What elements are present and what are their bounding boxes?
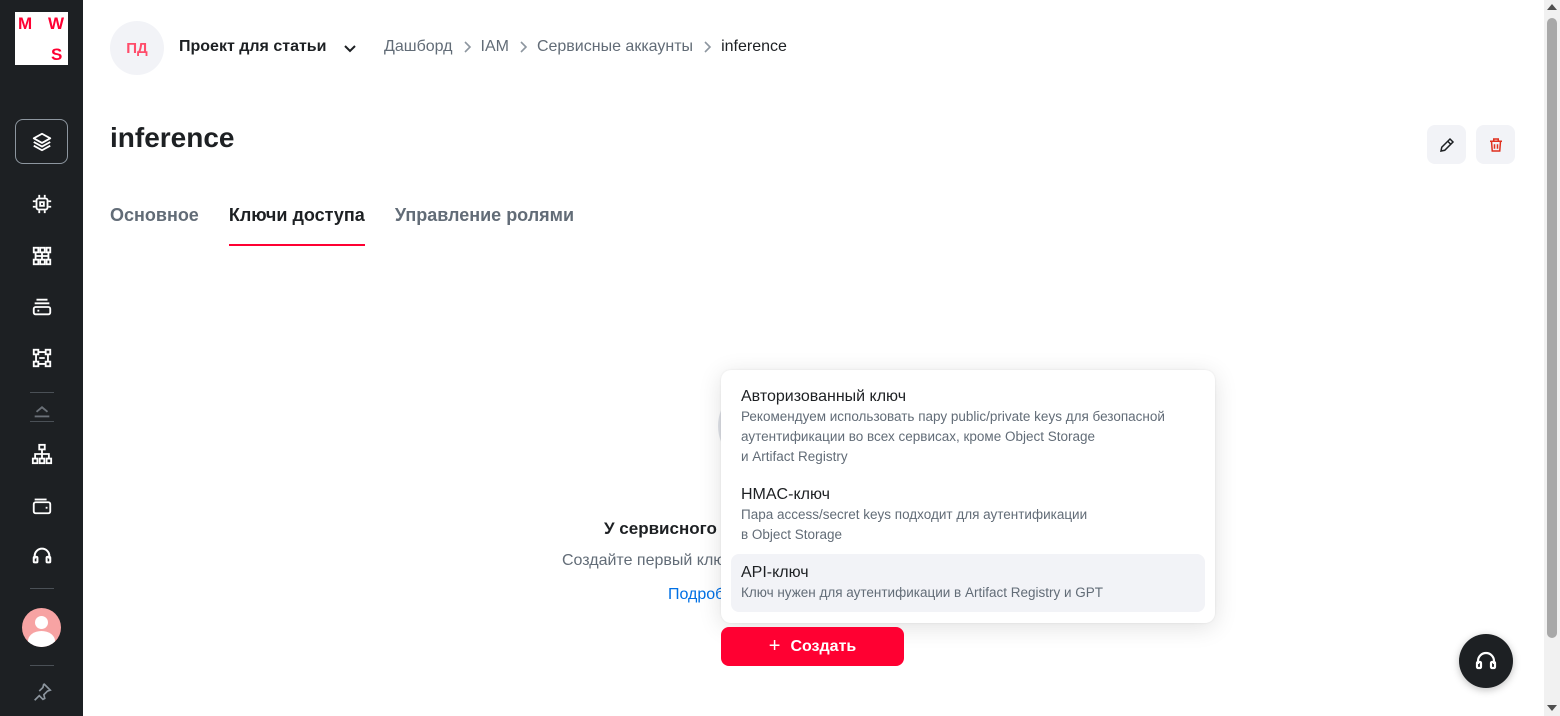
scroll-up-arrow[interactable] [1547, 4, 1557, 10]
project-avatar[interactable]: ПД [110, 21, 164, 75]
sidebar-divider [30, 588, 54, 589]
create-key-dropdown: Авторизованный ключ Рекомендуем использо… [721, 370, 1215, 623]
dropdown-item-desc-line: аутентификации во всех сервисах, кроме O… [741, 429, 1096, 444]
logo-letter-m: M [18, 14, 33, 33]
empty-state-title: У сервисного [604, 519, 717, 538]
dropdown-item-desc-line: Рекомендуем использовать пару public/pri… [741, 409, 1165, 424]
tabs: Основное Ключи доступа Управление ролями [110, 205, 604, 246]
logo-letter-s: S [51, 45, 63, 64]
sidebar-divider [30, 665, 54, 666]
create-button[interactable]: + Создать [721, 627, 904, 666]
chevron-right-icon [520, 41, 528, 53]
breadcrumb-iam[interactable]: IAM [481, 38, 509, 56]
network-nodes-icon[interactable] [27, 343, 56, 372]
support-chat-button[interactable] [1459, 634, 1513, 688]
scroll-down-arrow[interactable] [1547, 705, 1557, 711]
breadcrumb: Дашборд IAM Сервисные аккаунты inference [384, 38, 787, 56]
breadcrumb-dashboard[interactable]: Дашборд [384, 38, 453, 56]
dropdown-item-title: Авторизованный ключ [741, 388, 907, 405]
logo-letter-w: W [48, 14, 65, 33]
dropdown-item-title: API-ключ [741, 564, 809, 581]
pin-icon[interactable] [27, 677, 56, 706]
chevron-right-icon [463, 41, 471, 53]
dropdown-item-desc-line: и Artifact Registry [741, 449, 848, 464]
avatar[interactable] [22, 608, 61, 647]
learn-more-link[interactable]: Подроб [668, 586, 724, 604]
edit-button[interactable] [1427, 125, 1466, 164]
dropdown-item-authorized-key[interactable]: Авторизованный ключ Рекомендуем использо… [731, 387, 1205, 467]
breadcrumb-service-accounts[interactable]: Сервисные аккаунты [537, 38, 693, 56]
mws-logo[interactable]: M W S [15, 12, 68, 65]
chip-icon[interactable] [27, 189, 56, 218]
dropdown-item-desc-line: в Object Storage [741, 527, 842, 542]
trash-icon [1489, 137, 1502, 152]
wallet-icon[interactable] [27, 490, 56, 519]
headset-icon[interactable] [27, 541, 56, 570]
tab-general[interactable]: Основное [110, 205, 199, 246]
pencil-icon [1439, 137, 1454, 152]
chevron-down-icon[interactable] [342, 40, 358, 56]
empty-state-description: Создайте первый клю [562, 552, 726, 569]
dropdown-item-desc-line: Пара access/secret keys подходит для аут… [741, 507, 1088, 522]
page-title: inference [110, 122, 235, 153]
tab-access-keys[interactable]: Ключи доступа [228, 205, 365, 246]
create-button-label: Создать [790, 637, 857, 655]
dropdown-item-api-key[interactable]: API-ключ Ключ нужен для аутентификации в… [731, 554, 1205, 612]
sidebar-divider [30, 421, 54, 422]
breadcrumb-current: inference [721, 38, 787, 55]
sidebar: M W S [0, 0, 83, 716]
chevron-right-icon [704, 41, 712, 53]
dropdown-item-desc-line: Ключ нужен для аутентификации в Artifact… [741, 585, 1104, 600]
plus-icon: + [768, 635, 781, 657]
sidebar-divider [30, 392, 54, 393]
tab-role-management[interactable]: Управление ролями [395, 205, 574, 246]
headset-icon [1475, 651, 1497, 670]
org-structure-icon[interactable] [27, 439, 56, 468]
collapse-up-icon[interactable] [27, 395, 56, 424]
project-selector[interactable]: Проект для статьи [179, 38, 326, 56]
scrollbar-thumb[interactable] [1547, 18, 1557, 638]
hierarchy-grid-icon[interactable] [27, 241, 56, 270]
delete-button[interactable] [1476, 125, 1515, 164]
dropdown-item-title: HMAC-ключ [741, 486, 830, 503]
layers-icon[interactable] [27, 127, 56, 156]
storage-icon[interactable] [27, 292, 56, 321]
dropdown-item-hmac-key[interactable]: HMAC-ключ Пара access/secret keys подход… [731, 485, 1205, 545]
